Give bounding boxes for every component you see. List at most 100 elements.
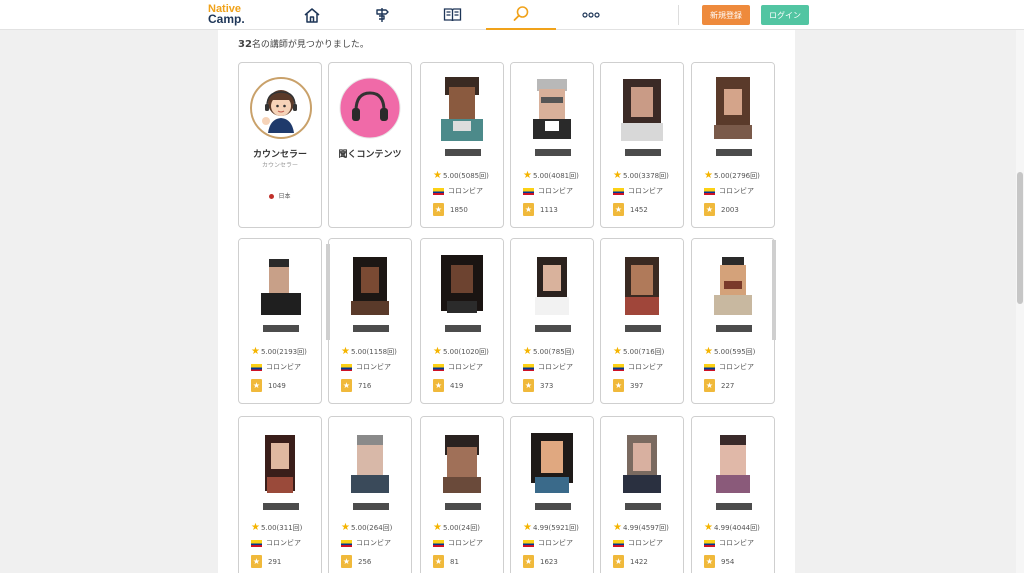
- headphones-icon: [339, 77, 401, 143]
- card-scrollbar[interactable]: [326, 244, 330, 340]
- teacher-rating: ★ 5.00(24回): [433, 523, 480, 533]
- counselor-card[interactable]: カウンセラー カウンセラー 日本: [238, 62, 322, 228]
- teacher-favorites-count: 2003: [721, 205, 739, 214]
- teacher-country-label: コロンビア: [719, 187, 754, 195]
- teacher-name-hidden: [535, 503, 571, 510]
- nav-search[interactable]: [486, 0, 556, 30]
- teacher-name-hidden: [716, 503, 752, 510]
- star-icon: ★: [613, 522, 622, 533]
- teacher-rating: ★ 5.00(595回): [704, 347, 755, 357]
- teacher-rating-text: 5.00(5085回): [442, 172, 489, 180]
- bookmark-icon: ★: [523, 203, 534, 216]
- teacher-country-label: コロンビア: [448, 187, 483, 195]
- nav-more[interactable]: [576, 0, 606, 30]
- teacher-name-hidden: [263, 325, 299, 332]
- signpost-icon: [376, 8, 389, 22]
- colombia-flag-icon: [341, 539, 352, 547]
- bookmark-icon: ★: [523, 555, 534, 568]
- teacher-card[interactable]: ★ 4.99(5921回) コロンビア ★ 1623: [510, 416, 594, 573]
- nativecamp-logo[interactable]: Native Camp.: [208, 4, 245, 26]
- star-icon: ★: [704, 170, 713, 181]
- teacher-rating-text: 5.00(2796回): [713, 172, 760, 180]
- teacher-card[interactable]: ★ 5.00(716回) コロンビア ★ 397: [600, 238, 684, 404]
- card-scrollbar[interactable]: [772, 240, 776, 340]
- teacher-card[interactable]: ★ 5.00(595回) コロンビア ★ 227: [691, 238, 775, 404]
- bookmark-icon: ★: [613, 203, 624, 216]
- teacher-rating: ★ 5.00(264回): [341, 523, 392, 533]
- star-icon: ★: [251, 522, 260, 533]
- signup-button[interactable]: 新規登録: [702, 5, 750, 25]
- teacher-country-label: コロンビア: [719, 539, 754, 547]
- page-scrollbar-thumb[interactable]: [1017, 172, 1023, 304]
- teacher-favorites-count: 1850: [450, 205, 468, 214]
- teacher-rating-text: 4.99(5921回): [532, 524, 579, 532]
- bookmark-icon: ★: [433, 379, 444, 392]
- teacher-card[interactable]: ★ 5.00(2193回) コロンビア ★ 1049: [238, 238, 322, 404]
- colombia-flag-icon: [613, 539, 624, 547]
- listening-content-card[interactable]: 聞くコンテンツ: [328, 62, 412, 228]
- colombia-flag-icon: [613, 363, 624, 371]
- colombia-flag-icon: [433, 539, 444, 547]
- teacher-rating: ★ 5.00(4081回): [523, 171, 579, 181]
- teacher-rating: ★ 5.00(785回): [523, 347, 574, 357]
- teacher-card[interactable]: ★ 5.00(4081回) コロンビア ★ 1113: [510, 62, 594, 228]
- teacher-rating-text: 5.00(264回): [350, 524, 393, 532]
- teacher-card[interactable]: ★ 4.99(4044回) コロンビア ★ 954: [691, 416, 775, 573]
- teacher-favorites-count: 373: [540, 381, 554, 390]
- result-count-text: 32名の講師が見つかりました。: [238, 37, 369, 50]
- star-icon: ★: [613, 170, 622, 181]
- bookmark-icon: ★: [251, 555, 262, 568]
- nav-course[interactable]: [366, 0, 398, 30]
- teacher-card[interactable]: ★ 5.00(24回) コロンビア ★ 81: [420, 416, 504, 573]
- nav-home[interactable]: [296, 0, 328, 30]
- teacher-name-hidden: [625, 149, 661, 156]
- teacher-favorites: ★ 1452: [613, 203, 648, 216]
- colombia-flag-icon: [704, 187, 715, 195]
- bookmark-icon: ★: [341, 379, 352, 392]
- teacher-card[interactable]: ★ 5.00(1158回) コロンビア ★ 716: [328, 238, 412, 404]
- bookmark-icon: ★: [704, 379, 715, 392]
- teacher-rating: ★ 4.99(4597回): [613, 523, 669, 533]
- teacher-name-hidden: [535, 149, 571, 156]
- teacher-card[interactable]: ★ 5.00(3378回) コロンビア ★ 1452: [600, 62, 684, 228]
- teacher-favorites: ★ 419: [433, 379, 463, 392]
- teacher-card[interactable]: ★ 5.00(311回) コロンビア ★ 291: [238, 416, 322, 573]
- teacher-country-label: コロンビア: [356, 363, 391, 371]
- teacher-card[interactable]: ★ 5.00(2796回) コロンビア ★ 2003: [691, 62, 775, 228]
- teacher-favorites-count: 1113: [540, 205, 558, 214]
- teacher-rating-text: 5.00(1020回): [442, 348, 489, 356]
- star-icon: ★: [433, 346, 442, 357]
- teacher-card[interactable]: ★ 5.00(1020回) コロンビア ★ 419: [420, 238, 504, 404]
- bookmark-icon: ★: [613, 379, 624, 392]
- teacher-country-label: コロンビア: [538, 363, 573, 371]
- teacher-country: コロンビア: [613, 186, 663, 196]
- teacher-country: コロンビア: [433, 538, 483, 548]
- teacher-card[interactable]: ★ 5.00(5085回) コロンビア ★ 1850: [420, 62, 504, 228]
- teacher-country: コロンビア: [523, 186, 573, 196]
- bookmark-icon: ★: [704, 555, 715, 568]
- teacher-favorites-count: 954: [721, 557, 735, 566]
- teacher-favorites: ★ 1422: [613, 555, 648, 568]
- teacher-rating-text: 5.00(785回): [532, 348, 575, 356]
- more-icon: [582, 12, 600, 18]
- teacher-card[interactable]: ★ 5.00(264回) コロンビア ★ 256: [328, 416, 412, 573]
- teacher-favorites: ★ 256: [341, 555, 371, 568]
- teacher-card[interactable]: ★ 4.99(4597回) コロンビア ★ 1422: [600, 416, 684, 573]
- teacher-rating: ★ 5.00(311回): [251, 523, 302, 533]
- teacher-favorites: ★ 1850: [433, 203, 468, 216]
- bookmark-icon: ★: [251, 379, 262, 392]
- teacher-country: コロンビア: [704, 362, 754, 372]
- teacher-country: コロンビア: [613, 362, 663, 372]
- teacher-favorites-count: 1623: [540, 557, 558, 566]
- bookmark-icon: ★: [523, 379, 534, 392]
- teacher-country: コロンビア: [251, 538, 301, 548]
- nav-textbook[interactable]: [436, 0, 468, 30]
- bookmark-icon: ★: [704, 203, 715, 216]
- bookmark-icon: ★: [613, 555, 624, 568]
- teacher-name-hidden: [353, 503, 389, 510]
- login-button[interactable]: ログイン: [761, 5, 809, 25]
- teacher-rating: ★ 4.99(5921回): [523, 523, 579, 533]
- teacher-favorites: ★ 954: [704, 555, 734, 568]
- teacher-card[interactable]: ★ 5.00(785回) コロンビア ★ 373: [510, 238, 594, 404]
- teacher-rating: ★ 4.99(4044回): [704, 523, 760, 533]
